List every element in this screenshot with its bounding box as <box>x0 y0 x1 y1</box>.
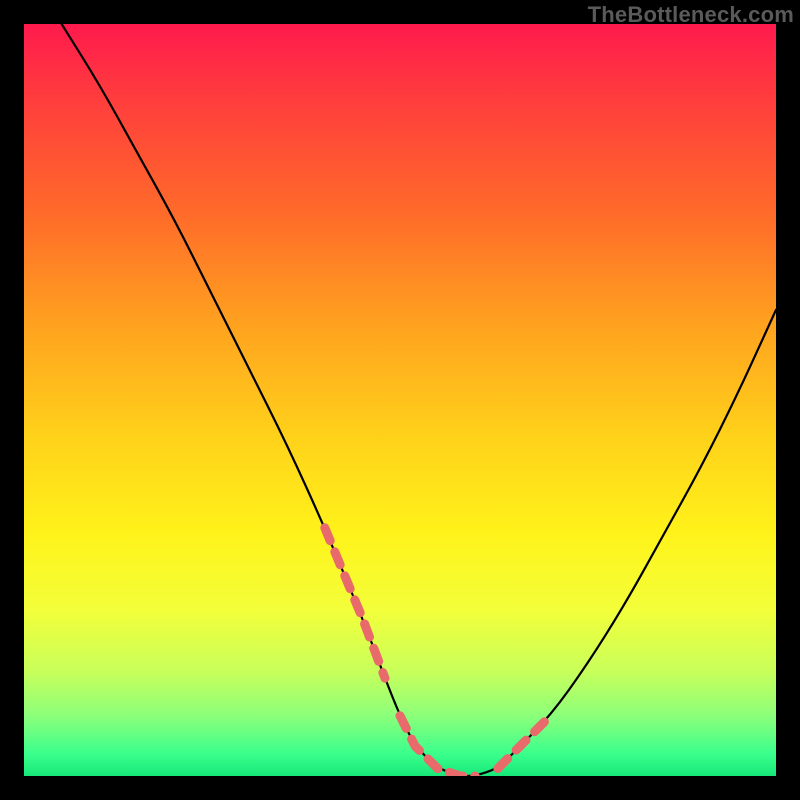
curve-highlight-segments <box>325 528 551 776</box>
chart-frame <box>24 24 776 776</box>
bottleneck-curve <box>24 24 776 776</box>
curve-main-line <box>62 24 776 776</box>
watermark-text: TheBottleneck.com <box>588 2 794 28</box>
